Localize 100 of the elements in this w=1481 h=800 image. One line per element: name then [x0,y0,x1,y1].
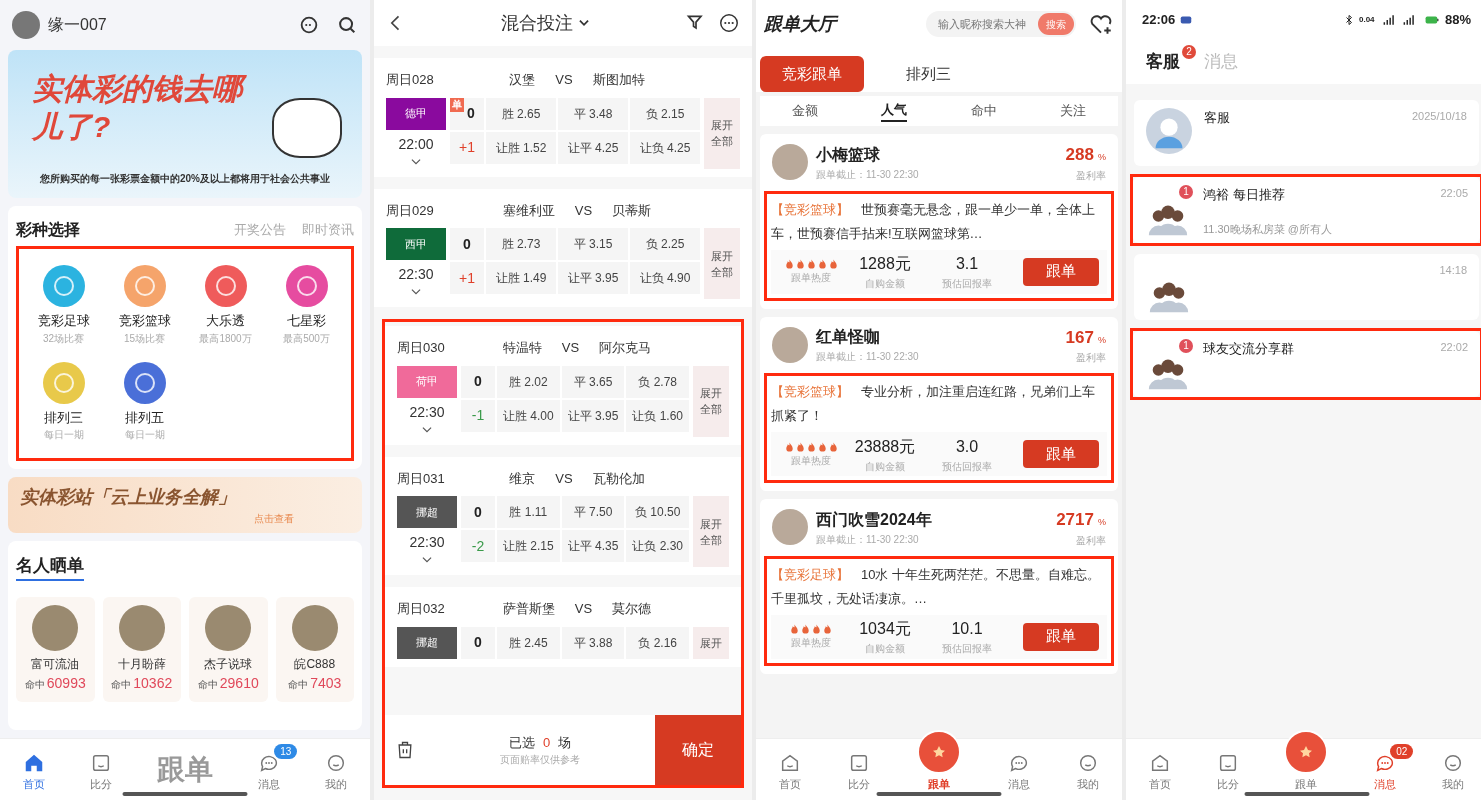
nav-tab[interactable]: 跟单 [917,729,961,792]
chat-time: 14:18 [1439,263,1467,278]
search-icon[interactable] [336,14,358,36]
nav-tab[interactable]: 比分 [1216,751,1239,792]
nav-tab[interactable]: 我的 [1076,751,1099,792]
team-name: 贝蒂斯 [612,201,652,220]
profit-label: 盈利率 [1076,351,1106,365]
promo-banner[interactable]: 实体彩站「云上业务全解」 点击查看 [8,477,362,533]
expert-name: 十月盼薛 [117,655,166,673]
odds-button[interactable]: 让负 4.90 [630,262,700,294]
nav-tab[interactable]: 我的 [1442,751,1465,792]
odds-button[interactable]: 平 3.48 [558,97,628,130]
sort-tab[interactable]: 金额 [791,101,818,121]
nav-tab[interactable]: 比分 [89,751,112,792]
odds-button[interactable]: 平 3.88 [561,626,625,659]
trash-icon[interactable] [395,739,415,761]
follow-button[interactable]: 跟单 [1023,257,1099,286]
odds-button[interactable]: 让负 4.25 [630,131,700,164]
odds-button[interactable]: 让胜 2.15 [497,530,560,562]
expert-card[interactable]: 皖C888 命中 7403 [275,596,354,702]
stat-label: 跟单热度 [791,636,831,650]
follow-button[interactable]: 跟单 [1023,622,1099,651]
nav-tab[interactable]: 首页 [22,751,45,792]
odds-button[interactable]: 胜 2.02 [497,365,560,398]
odds-button[interactable]: 胜 1.11 [497,496,560,528]
odds-note: 页面赔率仅供参考 [500,753,580,768]
odds-button[interactable]: 让平 4.35 [561,530,625,562]
stat-value: 3.1 [955,254,979,274]
odds-button[interactable]: 平 3.15 [558,228,628,260]
battery-level: 88% [1444,11,1471,30]
odds-button[interactable]: 让平 4.25 [558,131,628,164]
stat-label: 预估回报率 [942,642,992,656]
expert-card[interactable]: 十月盼薛 命中 10362 [102,596,181,702]
sort-tab[interactable]: 人气 [881,100,908,122]
league-badge: 挪超 [397,496,457,528]
match-number: 周日032 [397,600,446,618]
nav-tab[interactable]: 首页 [1148,751,1171,792]
handicap: +1 [450,131,484,164]
match-number: 周日030 [397,339,446,357]
odds-button[interactable]: 让胜 1.49 [486,262,556,294]
more-icon[interactable] [718,12,740,34]
sort-tab[interactable]: 命中 [970,101,997,121]
flame-icon [811,623,822,635]
expert-card[interactable]: 富可流油 命中 60993 [16,596,95,702]
expand-all-button[interactable]: 展开 [693,626,729,659]
nav-tab[interactable]: 消息 [1007,751,1030,792]
expand-all-button[interactable]: 展开全部 [704,228,740,299]
chat-bubble-icon[interactable] [298,14,320,36]
expand-all-button[interactable]: 展开全部 [704,97,740,169]
chat-row[interactable]: 客服 2025/10/18 [1134,100,1479,166]
hit-count: 10362 [133,673,173,693]
nav-tab[interactable]: 跟单 [1284,729,1329,792]
nav-tab[interactable]: 首页 [779,751,802,792]
flame-icon [800,623,811,635]
league-badge: 荷甲 [397,365,457,398]
odds-button[interactable]: 平 7.50 [561,496,625,528]
stat-value: 1034元 [859,619,911,639]
odds-button[interactable]: 负 10.50 [626,496,689,528]
chat-time: 2025/10/18 [1411,109,1467,124]
odds-button[interactable]: 让负 2.30 [626,530,689,562]
username: 缘一007 [48,15,108,35]
odds-button[interactable]: 让胜 1.52 [486,131,556,164]
banner-caption: 您所购买的每一张彩票金额中的20%及以上都将用于社会公共事业 [39,172,331,186]
vs-label: VS [561,339,580,357]
odds-button[interactable]: 负 2.78 [626,365,689,398]
nav-tab[interactable]: 比分 [848,751,871,792]
odds-button[interactable]: 胜 2.45 [497,626,560,659]
odds-button[interactable]: 让平 3.95 [561,399,625,432]
sort-tab[interactable]: 关注 [1060,101,1087,121]
tab[interactable]: 竞彩跟单 [760,56,864,92]
odds-button[interactable]: 让胜 4.00 [497,399,560,432]
odds-button[interactable]: 让平 3.95 [558,262,628,294]
odds-button[interactable]: 胜 2.73 [486,228,556,260]
nav-tab[interactable]: 我的 [325,751,348,792]
expand-all-button[interactable]: 展开全部 [693,365,729,437]
odds-button[interactable]: 让负 1.60 [626,399,689,432]
odds-button[interactable]: 胜 2.65 [486,97,556,130]
profit-rate: 288 [1065,144,1094,166]
flame-icon [783,258,795,270]
lottery-type[interactable]: 竞彩篮球 15场比赛 [104,265,185,346]
odds-button[interactable]: 负 2.25 [630,228,700,260]
odds-button[interactable]: 负 2.15 [630,97,700,130]
tab[interactable]: 客服 [1146,49,1180,75]
chat-row[interactable]: 1 球友交流分享群 22:02 [1133,331,1480,397]
expand-all-button[interactable]: 展开全部 [693,496,729,567]
handicap: +1 [450,262,484,294]
expert-card[interactable]: 杰子说球 命中 29610 [189,596,268,702]
odds-button[interactable]: 平 3.65 [561,365,625,398]
avatar [12,11,40,39]
lottery-type[interactable]: 竞彩足球 32场比赛 [23,265,104,346]
lottery-type[interactable]: 七星彩 最高500万 [266,265,347,346]
follow-button[interactable]: 跟单 [1023,440,1099,468]
confirm-button[interactable]: 确定 [655,715,741,785]
stat-value: 23888元 [854,436,916,457]
team-name: 维京 [509,469,536,488]
banner[interactable]: 实体彩的钱去哪儿了? 您所购买的每一张彩票金额中的20%及以上都将用于社会公共事业 [8,50,362,198]
chat-row[interactable]: 1 鸿裕 每日推荐 11.30晚场私房菜 @所有人 22:05 [1133,177,1480,243]
team-name: 特温特 [502,339,542,357]
odds-button[interactable]: 负 2.16 [626,626,689,659]
lottery-type[interactable]: 大乐透 最高1800万 [185,265,266,346]
